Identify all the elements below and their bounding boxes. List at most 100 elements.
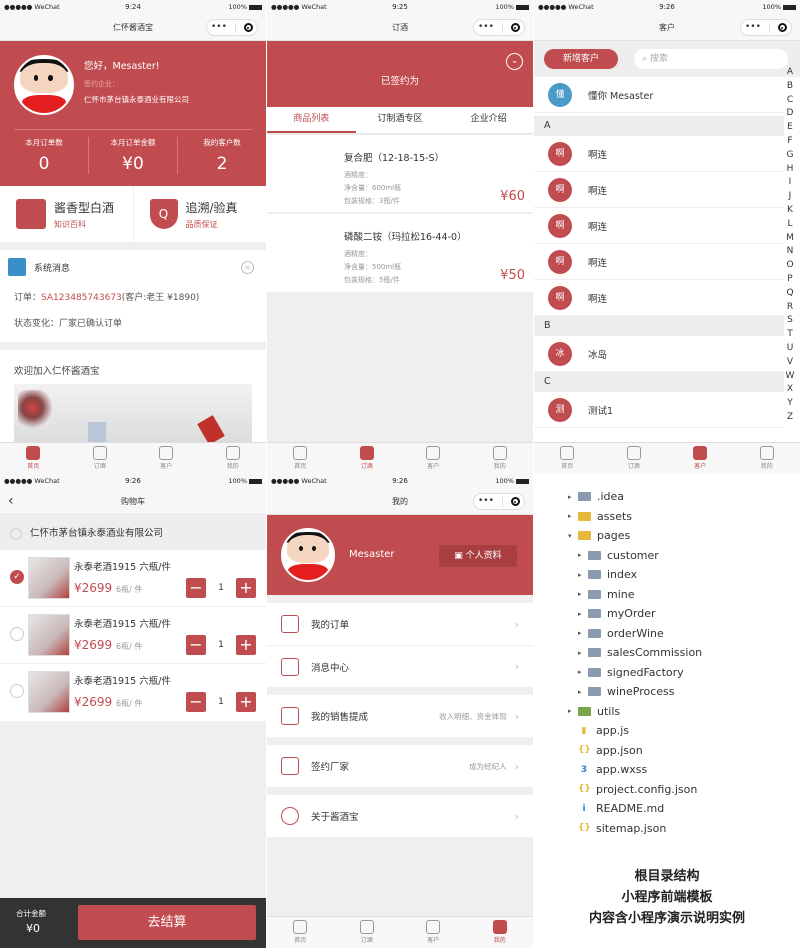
- expand-arrow-icon[interactable]: ▸: [578, 629, 588, 637]
- back-icon[interactable]: ‹: [8, 488, 14, 515]
- tree-item[interactable]: 3 app.wxss: [568, 760, 788, 780]
- index-letter[interactable]: Y: [784, 397, 796, 411]
- expand-arrow-icon[interactable]: ▸: [578, 610, 588, 618]
- feature-trace[interactable]: Q 追溯/验真 品质保证: [134, 186, 267, 242]
- tree-item[interactable]: i README.md: [568, 799, 788, 819]
- close-miniprogram-icon[interactable]: [510, 23, 520, 32]
- shop-header[interactable]: 仁怀市茅台镇永泰酒业有限公司: [0, 520, 266, 548]
- tab-customer[interactable]: 客户: [133, 443, 200, 474]
- quantity-value[interactable]: 1: [214, 583, 228, 593]
- index-letter[interactable]: W: [784, 370, 796, 384]
- alphabet-index[interactable]: ABCDEFGHIJKLMNOPQRSTUVWXYZ: [784, 66, 796, 425]
- expand-arrow-icon[interactable]: ▾: [568, 532, 578, 540]
- index-letter[interactable]: T: [784, 328, 796, 342]
- checkout-button[interactable]: 去结算: [78, 905, 256, 940]
- list-item[interactable]: 啊啊连: [534, 244, 784, 280]
- index-letter[interactable]: J: [784, 190, 796, 204]
- expand-arrow-icon[interactable]: ▸: [578, 649, 588, 657]
- index-letter[interactable]: I: [784, 176, 796, 190]
- index-letter[interactable]: F: [784, 135, 796, 149]
- item-checkbox[interactable]: [10, 684, 24, 698]
- list-item[interactable]: 啊啊连: [534, 136, 784, 172]
- item-checkbox[interactable]: [10, 627, 24, 641]
- close-icon[interactable]: ×: [241, 261, 254, 274]
- tree-item[interactable]: ▸ salesCommission: [568, 643, 788, 663]
- tree-item[interactable]: {} app.json: [568, 741, 788, 761]
- profile-button[interactable]: ▣ 个人资料: [439, 545, 517, 567]
- more-icon[interactable]: •••: [745, 20, 761, 35]
- menu-about[interactable]: 关于酱酒宝 ›: [267, 795, 533, 837]
- tab-mine[interactable]: 我的: [200, 443, 267, 474]
- plus-button[interactable]: +: [236, 635, 256, 655]
- expand-arrow-icon[interactable]: ▸: [578, 688, 588, 696]
- stat-amount[interactable]: 本月订单金额 ¥0: [89, 137, 178, 174]
- index-letter[interactable]: P: [784, 273, 796, 287]
- index-letter[interactable]: D: [784, 107, 796, 121]
- expand-arrow-icon[interactable]: ▸: [578, 571, 588, 579]
- add-customer-button[interactable]: 新增客户: [544, 49, 618, 69]
- tree-item[interactable]: {} project.config.json: [568, 780, 788, 800]
- search-input[interactable]: ⌕ 搜索: [634, 49, 788, 69]
- tab-mine[interactable]: 我的: [734, 443, 800, 474]
- menu-signed-factory[interactable]: 签约厂家 成为经纪人 ›: [267, 745, 533, 787]
- expand-arrow-icon[interactable]: ▸: [578, 668, 588, 676]
- index-letter[interactable]: E: [784, 121, 796, 135]
- index-letter[interactable]: Q: [784, 287, 796, 301]
- plus-button[interactable]: +: [236, 692, 256, 712]
- minus-button[interactable]: −: [186, 692, 206, 712]
- miniprogram-capsule[interactable]: •••: [473, 19, 525, 36]
- index-letter[interactable]: C: [784, 94, 796, 108]
- stat-orders[interactable]: 本月订单数 0: [0, 137, 89, 174]
- index-letter[interactable]: L: [784, 218, 796, 232]
- index-letter[interactable]: S: [784, 314, 796, 328]
- index-letter[interactable]: N: [784, 245, 796, 259]
- more-icon[interactable]: •••: [478, 494, 494, 509]
- tab-home[interactable]: 首页: [0, 443, 67, 474]
- menu-sales-commission[interactable]: 我的销售提成 收入明细、资金体现 ›: [267, 695, 533, 737]
- tab-custom-wine[interactable]: 订制酒专区: [356, 107, 445, 133]
- product-item[interactable]: 复合肥（12-18-15-S） 酒精度： 净含量：600ml瓶 包装规格：3瓶/…: [267, 135, 533, 213]
- expand-arrow-icon[interactable]: ▸: [568, 707, 578, 715]
- list-item[interactable]: 冰冰岛: [534, 336, 784, 372]
- stat-customers[interactable]: 我的客户数 2: [178, 137, 266, 174]
- close-miniprogram-icon[interactable]: [510, 497, 520, 506]
- tab-home[interactable]: 首页: [267, 917, 334, 948]
- minus-button[interactable]: −: [186, 635, 206, 655]
- tree-item[interactable]: ▸ .idea: [568, 487, 788, 507]
- list-item[interactable]: 测测试1: [534, 392, 784, 428]
- tree-item[interactable]: ▸ mine: [568, 585, 788, 605]
- index-letter[interactable]: K: [784, 204, 796, 218]
- menu-messages[interactable]: 消息中心 ›: [267, 645, 533, 687]
- welcome-banner-image[interactable]: [14, 384, 252, 445]
- tab-customer[interactable]: 客户: [400, 443, 467, 474]
- tab-order[interactable]: 订酒: [334, 443, 401, 474]
- tree-item[interactable]: ▸ assets: [568, 507, 788, 527]
- index-letter[interactable]: R: [784, 301, 796, 315]
- tab-products[interactable]: 商品列表: [267, 107, 356, 133]
- more-icon[interactable]: •••: [478, 20, 494, 35]
- index-letter[interactable]: H: [784, 163, 796, 177]
- product-item[interactable]: 磷酸二铵（玛拉松16-44-0） 酒精度： 净含量：500ml瓶 包装规格：5瓶…: [267, 214, 533, 292]
- tree-item[interactable]: {} sitemap.json: [568, 819, 788, 839]
- product-thumbnail[interactable]: [28, 557, 70, 599]
- tab-order[interactable]: 订酒: [67, 443, 134, 474]
- close-miniprogram-icon[interactable]: [243, 23, 253, 32]
- avatar[interactable]: [281, 528, 335, 582]
- tree-item[interactable]: ▸ wineProcess: [568, 682, 788, 702]
- index-letter[interactable]: X: [784, 383, 796, 397]
- tab-mine[interactable]: 我的: [467, 917, 534, 948]
- index-letter[interactable]: V: [784, 356, 796, 370]
- tree-item[interactable]: ▸ signedFactory: [568, 663, 788, 683]
- tab-order[interactable]: 订酒: [601, 443, 668, 474]
- miniprogram-capsule[interactable]: •••: [473, 493, 525, 510]
- tab-home[interactable]: 首页: [534, 443, 601, 474]
- tab-company-intro[interactable]: 企业介绍: [444, 107, 533, 133]
- expand-arrow-icon[interactable]: ▸: [578, 551, 588, 559]
- tab-home[interactable]: 首页: [267, 443, 334, 474]
- tree-item[interactable]: ▸ customer: [568, 546, 788, 566]
- miniprogram-capsule[interactable]: •••: [740, 19, 792, 36]
- expand-arrow-icon[interactable]: ▸: [578, 590, 588, 598]
- more-icon[interactable]: •••: [211, 20, 227, 35]
- menu-my-orders[interactable]: 我的订单 ›: [267, 603, 533, 645]
- feature-baijiu[interactable]: 酱香型白酒 知识百科: [0, 186, 134, 242]
